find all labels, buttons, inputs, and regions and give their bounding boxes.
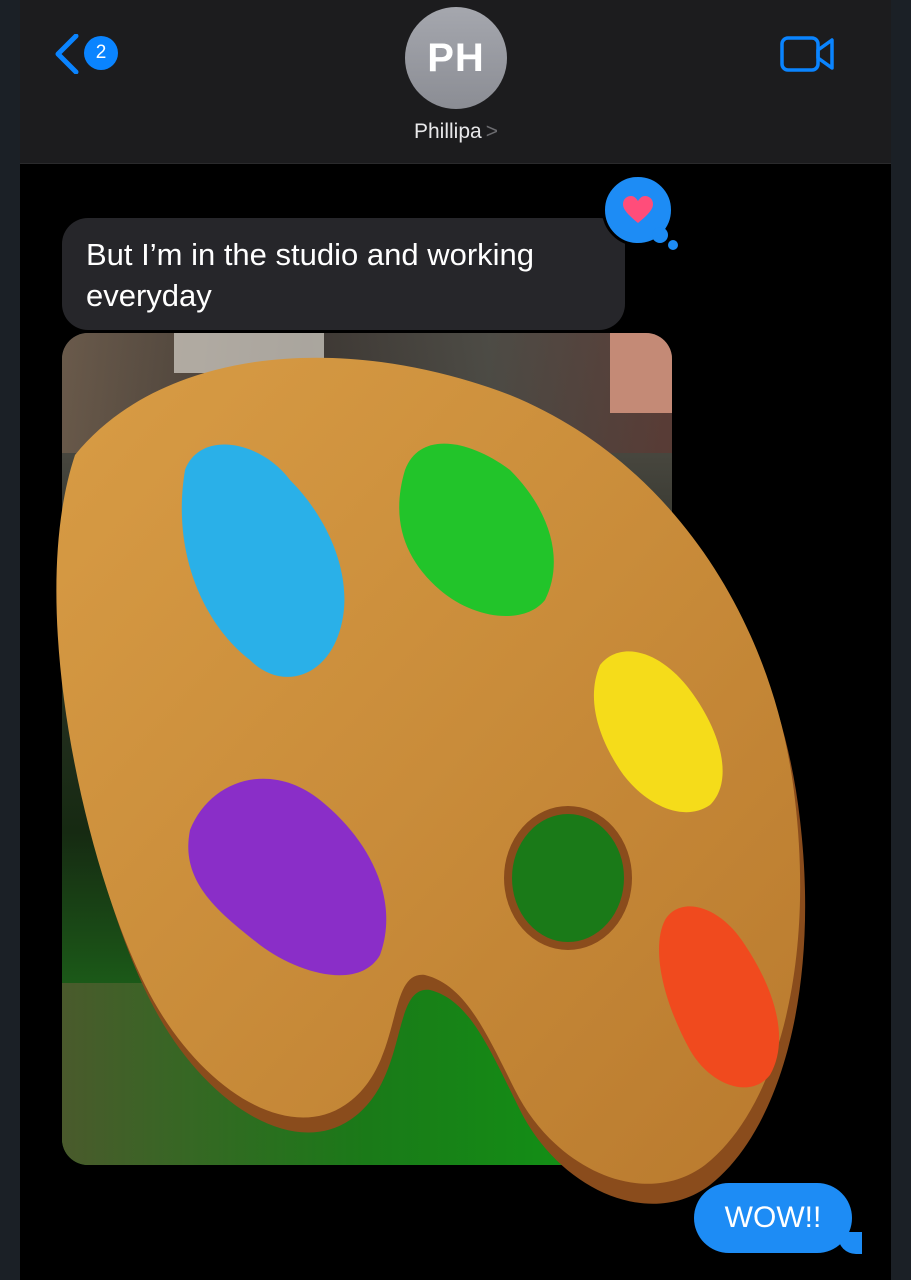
contact-avatar[interactable]: PH: [405, 7, 507, 109]
contact-name: Phillipa: [414, 120, 482, 143]
photo-window: [610, 333, 672, 413]
photo-green-floor: [62, 983, 672, 1165]
video-call-icon[interactable]: [780, 34, 836, 74]
unread-count-badge: 2: [84, 36, 118, 70]
reaction-tail-dot: [668, 240, 678, 250]
message-text: WOW!!: [724, 1201, 822, 1234]
outgoing-message-bubble[interactable]: WOW!!: [694, 1183, 852, 1253]
heart-reaction-badge[interactable]: [602, 174, 674, 246]
photo-attachment[interactable]: [62, 333, 672, 1165]
back-button[interactable]: 2: [52, 34, 142, 74]
heart-icon: [623, 196, 653, 223]
photo-background-wall: [62, 333, 672, 453]
contact-name-button[interactable]: Phillipa >: [356, 120, 556, 144]
photo-window: [174, 333, 324, 373]
chevron-right-icon: >: [485, 120, 498, 143]
conversation-header: 2 PH Phillipa >: [20, 0, 891, 164]
message-text: But I’m in the studio and working everyd…: [86, 237, 535, 313]
red-paint: [659, 906, 780, 1088]
chevron-left-icon: [55, 34, 79, 74]
conversation-screen: 2 PH Phillipa > But I’m in the studio and…: [20, 0, 891, 1280]
incoming-message-bubble[interactable]: But I’m in the studio and working everyd…: [62, 218, 625, 330]
